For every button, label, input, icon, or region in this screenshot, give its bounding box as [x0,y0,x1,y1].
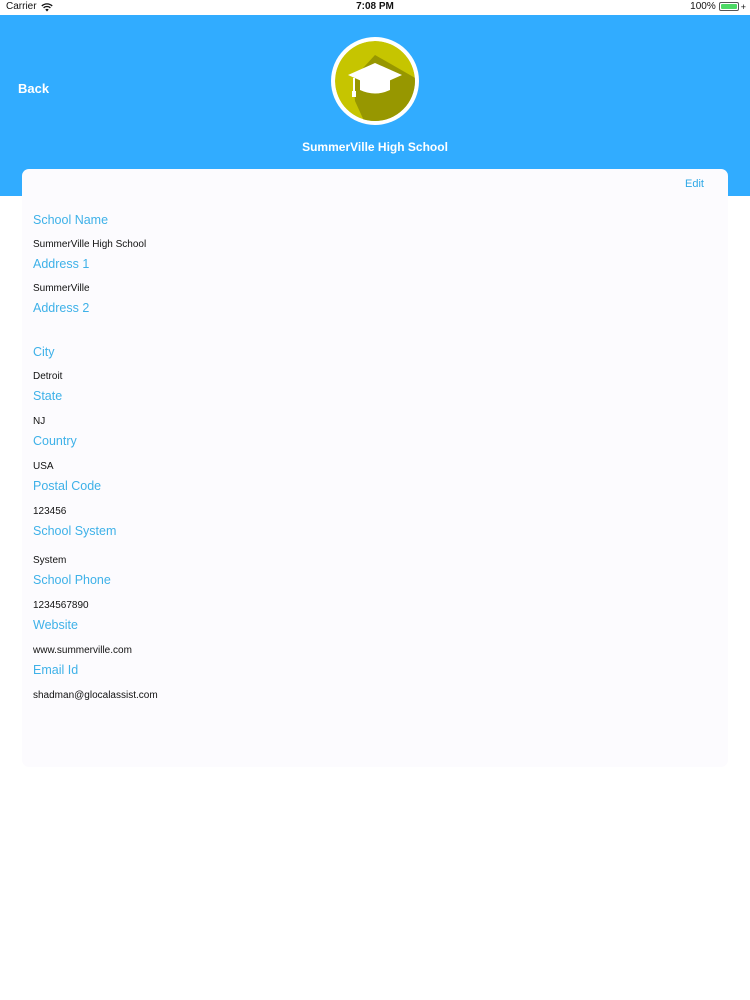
graduation-cap-icon [335,41,415,121]
back-button[interactable]: Back [18,81,49,96]
state-value: NJ [33,416,46,427]
country-value: USA [33,461,54,472]
school-phone-label: School Phone [33,573,111,587]
school-logo-circle [335,41,415,121]
edit-button[interactable]: Edit [685,178,704,190]
battery-percent: 100% [690,1,716,12]
country-label: Country [33,434,77,448]
email-value: shadman@glocalassist.com [33,690,158,701]
school-name-label: School Name [33,213,109,227]
address1-label: Address 1 [33,257,90,271]
school-name-value: SummerVille High School [33,239,147,250]
school-phone-value: 1234567890 [33,600,89,611]
postal-code-label: Postal Code [33,479,102,493]
status-bar: Carrier 7:08 PM 100% + [0,0,750,15]
state-label: State [33,389,63,403]
website-label: Website [33,618,78,632]
status-right: 100% + [690,1,746,12]
address2-label: Address 2 [33,301,90,315]
page-title: SummerVille High School [302,140,448,154]
school-logo [331,37,419,125]
school-details-card: Edit School Name SummerVille High School… [22,169,728,767]
school-system-label: School System [33,524,117,538]
address1-value: SummerVille [33,283,90,294]
battery-icon [718,2,739,11]
city-label: City [33,345,55,359]
battery-fill [720,4,737,9]
website-value: www.summerville.com [33,645,132,656]
city-value: Detroit [33,371,63,382]
status-time: 7:08 PM [356,1,394,12]
school-system-value: System [33,555,67,566]
email-label: Email Id [33,663,79,677]
postal-code-value: 123456 [33,506,67,517]
charging-icon: + [740,1,746,12]
